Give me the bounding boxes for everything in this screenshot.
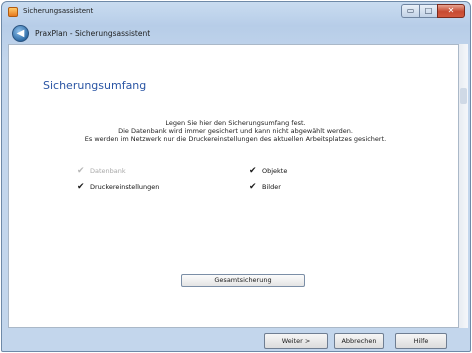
checkmark-icon: ✔ (249, 182, 257, 192)
section-title: Sicherungsumfang (43, 79, 147, 92)
close-button[interactable]: ✕ (437, 4, 465, 18)
checkmark-icon: ✔ (249, 166, 257, 176)
checkbox-label: Druckereinstellungen (90, 183, 160, 191)
checkmark-icon: ✔ (77, 166, 85, 176)
full-backup-button[interactable]: Gesamtsicherung (181, 274, 305, 287)
checkbox-label: Datenbank (90, 167, 126, 175)
checkmark-icon: ✔ (77, 182, 85, 192)
checkbox-bilder[interactable]: ✔ Bilder (249, 182, 281, 192)
next-button[interactable]: Weiter > (264, 333, 328, 349)
description-line-2: Die Datenbank wird immer gesichert und k… (118, 127, 353, 135)
checkbox-label: Objekte (262, 167, 288, 175)
checkbox-datenbank: ✔ Datenbank (77, 166, 126, 176)
title-bar[interactable]: Sicherungsassistent ▭ □ ✕ (2, 2, 470, 22)
checkbox-druckereinstellungen[interactable]: ✔ Druckereinstellungen (77, 182, 159, 192)
window-controls: ▭ □ ✕ (401, 4, 465, 18)
description-line-3: Es werden im Netzwerk nur die Druckerein… (84, 135, 387, 143)
cancel-button[interactable]: Abbrechen (334, 333, 384, 349)
checkbox-objekte[interactable]: ✔ Objekte (249, 166, 287, 176)
back-arrow-icon[interactable]: ◀ (12, 25, 29, 42)
checkbox-label: Bilder (262, 183, 281, 191)
help-button[interactable]: Hilfe (395, 333, 447, 349)
wizard-title: PraxPlan - Sicherungsassistent (35, 29, 151, 38)
minimize-button[interactable]: ▭ (401, 4, 419, 18)
wizard-header: ◀ PraxPlan - Sicherungsassistent (2, 22, 470, 45)
description-line-1: Legen Sie hier den Sicherungsumfang fest… (165, 119, 306, 127)
wizard-footer: Weiter > Abbrechen Hilfe (1, 329, 471, 352)
scrollbar-thumb[interactable] (460, 88, 467, 104)
app-icon (8, 7, 18, 17)
window-title: Sicherungsassistent (23, 7, 94, 15)
maximize-button[interactable]: □ (419, 4, 437, 18)
vertical-scrollbar[interactable] (459, 44, 468, 328)
